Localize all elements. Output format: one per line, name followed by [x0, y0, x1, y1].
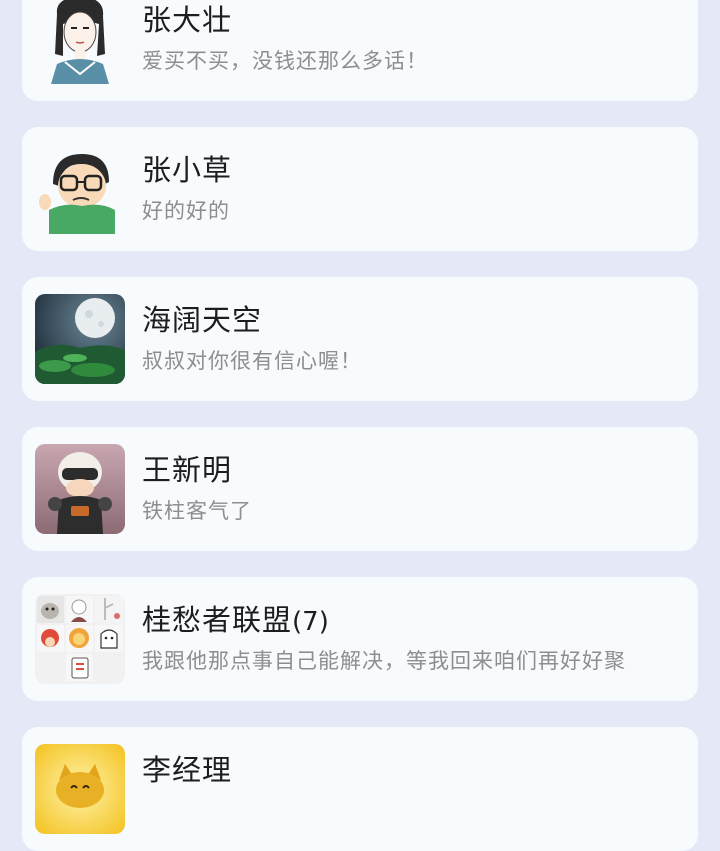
- moon-landscape-avatar-icon: [35, 294, 125, 384]
- chat-name: 桂愁者联盟(7): [142, 603, 329, 637]
- chat-item[interactable]: 海阔天空 叔叔对你很有信心喔！: [22, 277, 698, 401]
- chat-item[interactable]: 张大壮 爱买不买，没钱还那么多话！: [22, 0, 698, 101]
- chat-name: 张小草: [142, 153, 233, 187]
- member-count: (7): [292, 607, 329, 637]
- chat-item[interactable]: 张小草 好的好的: [22, 127, 698, 251]
- chat-item[interactable]: 李经理: [22, 727, 698, 851]
- chat-last-message: 爱买不买，没钱还那么多话！: [142, 49, 428, 73]
- chat-name: 王新明: [142, 453, 233, 487]
- chat-item[interactable]: 桂愁者联盟(7) 我跟他那点事自己能解决，等我回来咱们再好好聚: [22, 577, 698, 701]
- chat-name: 张大壮: [142, 3, 233, 37]
- group-grid-avatar-icon: [35, 594, 125, 684]
- chat-last-message: 叔叔对你很有信心喔！: [142, 349, 362, 373]
- chat-name: 海阔天空: [142, 303, 263, 337]
- chat-last-message: 铁柱客气了: [142, 499, 252, 523]
- chat-last-message: 我跟他那点事自己能解决，等我回来咱们再好好聚: [142, 649, 626, 673]
- chat-item[interactable]: 王新明 铁柱客气了: [22, 427, 698, 551]
- motorcycle-rider-avatar-icon: [35, 444, 125, 534]
- girl-sketch-avatar-icon: [35, 0, 125, 84]
- lucky-cat-avatar-icon: [35, 744, 125, 834]
- chat-last-message: 好的好的: [142, 199, 230, 223]
- glasses-cartoon-avatar-icon: [35, 144, 125, 234]
